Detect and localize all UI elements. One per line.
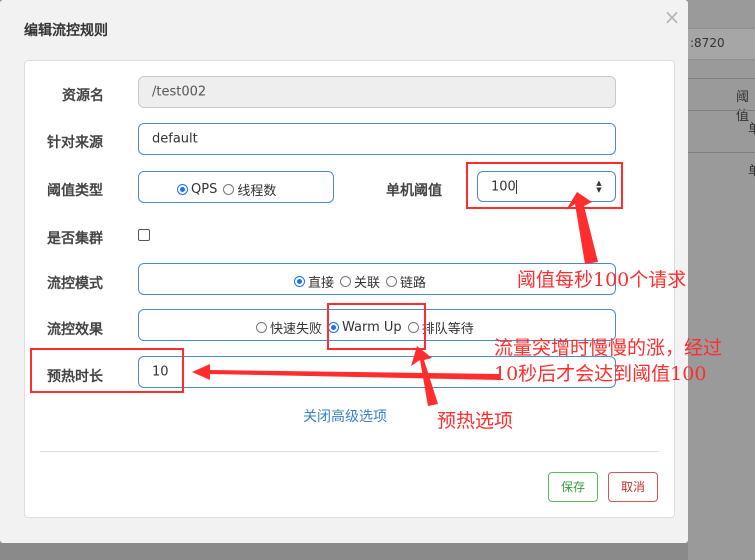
annotation-arrow-threshold	[566, 192, 598, 264]
annotation-threshold-note: 阈值每秒100个请求	[517, 269, 687, 291]
annotation-warm-up-note-line1: 流量突增时慢慢的涨，经过	[494, 337, 723, 359]
annotation-warm-up-note-line2: 10秒后才会达到阈值100	[494, 363, 707, 385]
annotation-warm-up-option-note: 预热选项	[437, 410, 514, 432]
annotation-arrow-warm-up-period	[192, 364, 500, 380]
